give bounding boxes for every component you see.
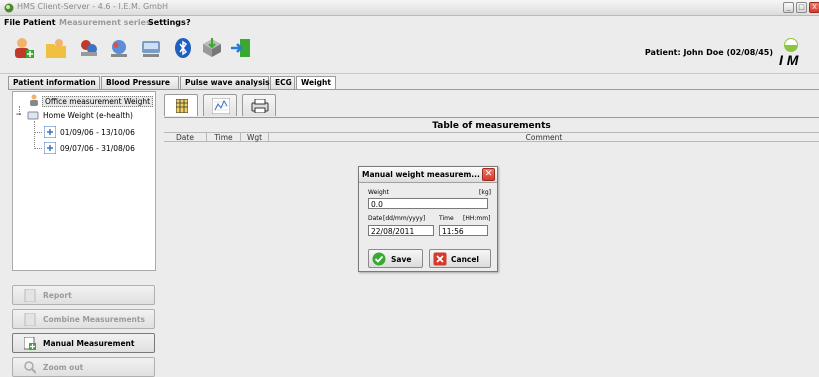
dialog-title: Manual weight measurem...	[362, 170, 480, 179]
time-input[interactable]: 11:56	[439, 225, 488, 236]
menu-measurement-series[interactable]: Measurement series	[59, 18, 151, 27]
combine-measurements-label: Combine Measurements	[43, 315, 145, 324]
weight-unit: [kg]	[479, 189, 491, 196]
close-window-button[interactable]: X	[809, 2, 819, 13]
time-label: Time	[439, 215, 454, 222]
series-icon	[44, 142, 56, 154]
device-icon[interactable]	[139, 36, 163, 60]
transfer-icon[interactable]	[107, 36, 131, 60]
column-weight[interactable]: Wgt	[241, 133, 269, 142]
tree-item-series-2[interactable]: 09/07/06 - 31/08/06	[60, 144, 135, 153]
tree-root-office-weight[interactable]: Office measurement Weight	[42, 96, 154, 107]
report-label: Report	[43, 291, 72, 300]
manual-measurement-label: Manual Measurement	[43, 339, 135, 348]
date-format-label: [dd/mm/yyyy]	[383, 215, 426, 222]
patient-list-icon[interactable]	[77, 36, 101, 60]
subtab-table[interactable]	[164, 94, 198, 116]
patient-label: Patient: John Doe (02/08/45)	[644, 48, 773, 57]
date-label: Date	[368, 215, 383, 222]
date-input[interactable]: 22/08/2011	[368, 225, 434, 236]
person-icon	[30, 94, 38, 106]
manual-weight-dialog: Manual weight measurem... ✕ Weight [kg] …	[358, 166, 498, 272]
toolbar: Patient: John Doe (02/08/45) I M	[0, 31, 819, 74]
manual-measurement-icon	[24, 337, 36, 350]
column-time[interactable]: Time	[207, 133, 241, 142]
exit-icon[interactable]	[229, 36, 253, 60]
table-header: Date Time Wgt Comment	[164, 132, 819, 142]
subtab-print[interactable]	[242, 94, 276, 116]
measurement-tree: Office measurement Weight ⊸ Home Weight …	[12, 91, 156, 271]
menu-patient[interactable]: Patient	[23, 18, 56, 27]
tab-ecg[interactable]: ECG	[270, 76, 295, 89]
tab-weight[interactable]: Weight	[296, 76, 336, 90]
scale-icon	[27, 111, 39, 120]
zoom-out-icon	[24, 361, 36, 374]
table-title: Table of measurements	[432, 121, 551, 131]
bluetooth-icon[interactable]	[171, 36, 195, 60]
column-comment[interactable]: Comment	[269, 133, 819, 142]
tree-connector-3	[34, 132, 42, 133]
window-title: HMS Client-Server - 4.6 - I.E.M. GmbH	[17, 2, 169, 11]
app-logo-icon	[4, 3, 14, 13]
cancel-label: Cancel	[451, 255, 480, 264]
maximize-button[interactable]: □	[796, 2, 807, 13]
report-icon	[24, 289, 36, 302]
save-label: Save	[391, 255, 412, 264]
combine-icon	[24, 313, 36, 326]
checkmark-icon	[372, 252, 386, 266]
add-patient-icon[interactable]	[11, 36, 35, 60]
logo-text: I M	[779, 52, 799, 66]
company-logo: I M	[779, 38, 799, 66]
zoom-out-label: Zoom out	[43, 363, 84, 372]
weight-input[interactable]: 0.0	[368, 198, 488, 209]
tree-connector-4	[34, 148, 42, 149]
save-button[interactable]: Save	[368, 249, 423, 268]
time-format-label: [HH:mm]	[463, 215, 491, 222]
dialog-title-bar: Manual weight measurem... ✕	[359, 167, 497, 183]
series-icon	[44, 126, 56, 138]
title-bar: HMS Client-Server - 4.6 - I.E.M. GmbH _ …	[0, 0, 819, 16]
tree-group-home-weight[interactable]: Home Weight (e-health)	[43, 111, 133, 120]
combine-measurements-button[interactable]: Combine Measurements	[12, 309, 155, 329]
subtab-chart[interactable]	[203, 94, 237, 116]
weight-label: Weight	[368, 189, 389, 196]
install-icon[interactable]	[200, 36, 224, 60]
print-view-icon	[251, 99, 269, 113]
menu-help[interactable]: ?	[186, 18, 191, 27]
menu-settings[interactable]: Settings	[148, 18, 186, 27]
cancel-button[interactable]: Cancel	[429, 249, 491, 268]
minimize-button[interactable]: _	[783, 2, 794, 13]
report-button[interactable]: Report	[12, 285, 155, 305]
chart-view-icon	[212, 98, 230, 114]
manual-measurement-button[interactable]: Manual Measurement	[12, 333, 155, 353]
zoom-out-button[interactable]: Zoom out	[12, 357, 155, 377]
open-folder-icon[interactable]	[44, 36, 68, 60]
column-date[interactable]: Date	[164, 133, 207, 142]
menu-file[interactable]: File	[4, 18, 20, 27]
tree-expand-icon[interactable]: ⊸	[16, 111, 21, 118]
table-view-icon	[176, 99, 188, 113]
cancel-icon	[433, 252, 447, 266]
menu-bar: File Patient Measurement series Settings…	[0, 17, 819, 30]
tab-pulse-wave-analysis[interactable]: Pulse wave analysis	[180, 76, 270, 89]
tab-patient-information[interactable]: Patient information	[8, 76, 100, 89]
tab-blood-pressure[interactable]: Blood Pressure	[101, 76, 179, 89]
close-icon: ✕	[484, 169, 493, 179]
tree-item-series-1[interactable]: 01/09/06 - 13/10/06	[60, 128, 135, 137]
dialog-close-button[interactable]: ✕	[482, 168, 495, 181]
tree-connector-2	[34, 121, 35, 149]
